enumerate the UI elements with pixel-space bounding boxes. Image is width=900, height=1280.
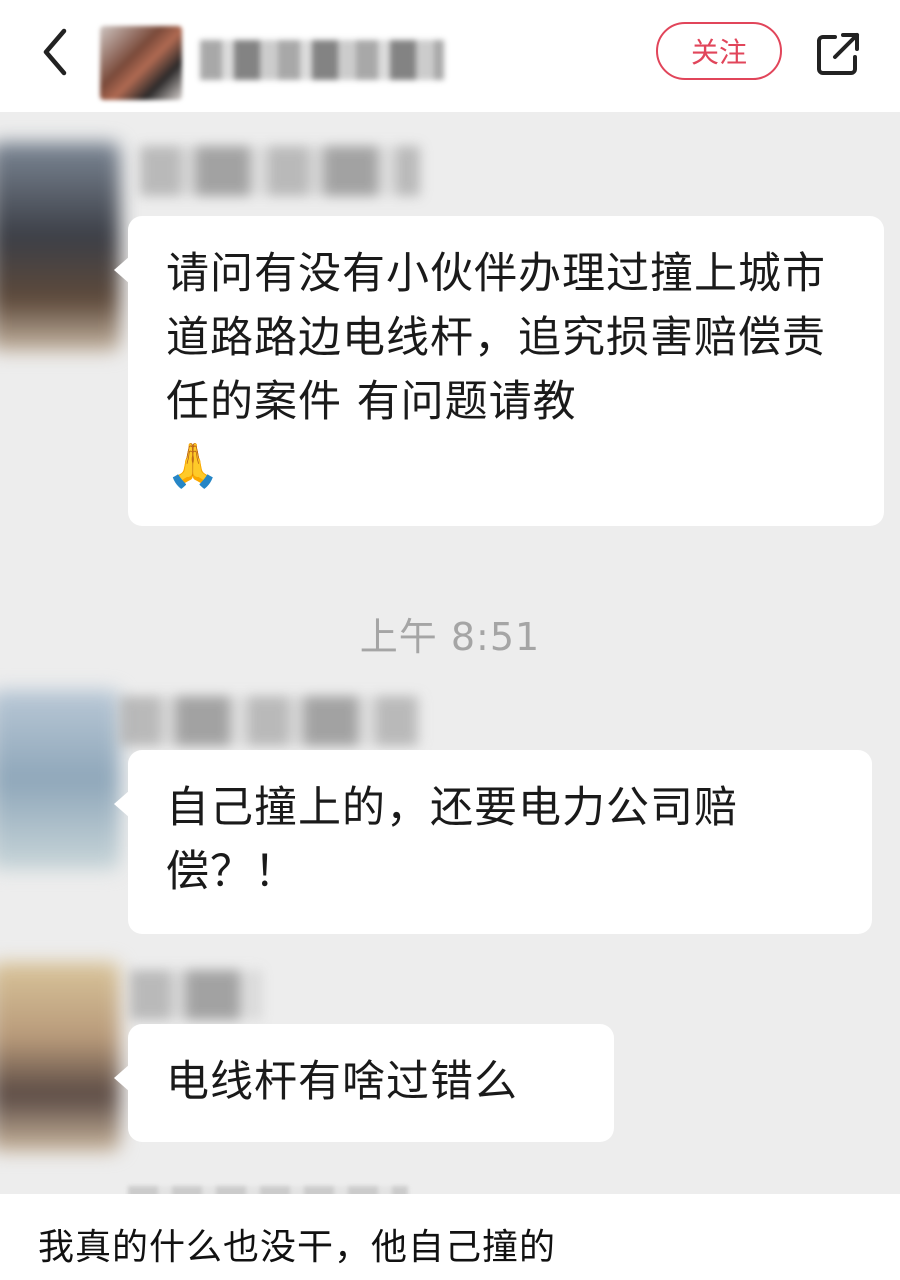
sender-name-blurred	[120, 696, 420, 746]
back-button[interactable]	[30, 22, 80, 82]
chevron-left-icon	[43, 28, 67, 76]
share-external-icon	[817, 33, 859, 75]
message-bubble: 请问有没有小伙伴办理过撞上城市道路路边电线杆，追究损害赔偿责任的案件 有问题请教…	[114, 216, 884, 526]
message-text: 自己撞上的，还要电力公司赔偿？！	[166, 783, 738, 897]
share-button[interactable]	[812, 28, 864, 80]
follow-button[interactable]: 关注	[656, 22, 782, 80]
username-blurred	[200, 40, 444, 80]
avatar[interactable]	[100, 26, 182, 100]
timestamp: 上午 8:51	[359, 615, 541, 659]
caption-text: 我真的什么也没干，他自己撞的	[38, 1227, 557, 1268]
emoji: 🙏	[166, 441, 221, 491]
caption-bar: 我真的什么也没干，他自己撞的	[0, 1194, 900, 1280]
avatar	[0, 690, 120, 870]
message-text: 请问有没有小伙伴办理过撞上城市道路路边电线杆，追究损害赔偿责任的案件 有问题请教	[166, 249, 826, 427]
message-bubble: 自己撞上的，还要电力公司赔偿？！	[114, 750, 872, 934]
sender-name-blurred	[130, 970, 260, 1020]
next-message-peek	[128, 1186, 408, 1194]
avatar	[0, 962, 120, 1152]
sender-name-blurred	[140, 146, 420, 196]
avatar	[0, 142, 120, 352]
message-text: 电线杆有啥过错么	[166, 1057, 518, 1107]
chat-area: 请问有没有小伙伴办理过撞上城市道路路边电线杆，追究损害赔偿责任的案件 有问题请教…	[0, 112, 900, 1194]
message-bubble: 电线杆有啥过错么	[114, 1024, 614, 1142]
top-bar: 关注	[0, 0, 900, 112]
